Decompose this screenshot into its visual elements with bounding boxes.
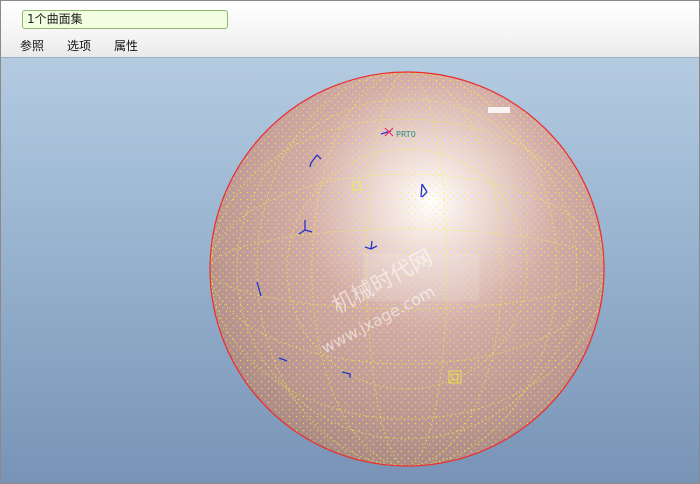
small-annotation <box>488 107 510 113</box>
tab-options[interactable]: 选项 <box>67 38 91 54</box>
dashboard-tabs: 参照 选项 属性 <box>20 38 161 54</box>
model-canvas[interactable]: PRT0 机械时代网 www.jxage.com <box>1 58 699 483</box>
tab-properties[interactable]: 属性 <box>114 38 138 54</box>
surface-dashboard: 1个曲面集 参照 选项 属性 <box>1 1 699 58</box>
csys-label: PRT0 <box>396 130 416 139</box>
tab-references[interactable]: 参照 <box>20 38 44 54</box>
surface-set-collector[interactable]: 1个曲面集 <box>22 10 228 29</box>
app-window: 1个曲面集 参照 选项 属性 PRT0 机械时代网 www.jxage.com <box>0 0 700 484</box>
graphics-viewport[interactable]: PRT0 机械时代网 www.jxage.com <box>1 58 699 483</box>
